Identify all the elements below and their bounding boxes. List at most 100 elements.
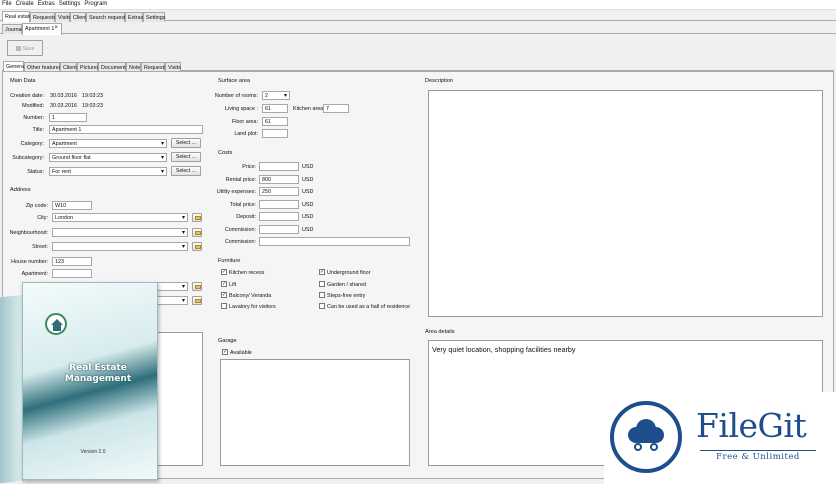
lavatory-label: Lavatory for visitors bbox=[229, 304, 276, 310]
neighbourhood-select[interactable] bbox=[52, 228, 188, 237]
kitchen-area-label: Kitchen area: bbox=[293, 106, 325, 112]
region-folder-icon[interactable] bbox=[192, 282, 202, 291]
tab-client[interactable]: Client bbox=[70, 12, 87, 22]
rooms-select[interactable]: 2 bbox=[262, 91, 290, 100]
underground-floor-checkbox[interactable]: ✓ bbox=[319, 269, 325, 275]
balcony-checkbox[interactable]: ✓ bbox=[221, 292, 227, 298]
city-select[interactable]: London bbox=[52, 213, 188, 222]
rental-price-label: Rental price: bbox=[225, 177, 256, 183]
land-plot-field[interactable] bbox=[262, 129, 288, 138]
subcategory-select[interactable]: Ground floor flat bbox=[49, 153, 167, 162]
country-folder-icon[interactable] bbox=[192, 296, 202, 305]
description-title: Description bbox=[425, 78, 453, 84]
commission-label: Commission: bbox=[224, 227, 256, 233]
kitchen-area-field[interactable]: 7 bbox=[323, 104, 349, 113]
price-field[interactable] bbox=[259, 162, 299, 171]
house-number-field[interactable]: 123 bbox=[52, 257, 92, 266]
city-folder-icon[interactable] bbox=[192, 213, 202, 222]
status-select[interactable]: For rent bbox=[49, 167, 167, 176]
modified-label: Modified: bbox=[22, 103, 44, 109]
save-label: Save bbox=[22, 46, 35, 52]
utility-label: Utility expenses: bbox=[216, 189, 256, 195]
description-box[interactable] bbox=[428, 90, 823, 317]
living-space-label: Living space : bbox=[225, 106, 258, 112]
menu-file[interactable]: File bbox=[0, 0, 14, 7]
filegit-logo-icon bbox=[610, 401, 682, 473]
utility-currency: USD bbox=[302, 189, 314, 195]
menu-settings[interactable]: Settings bbox=[57, 0, 83, 7]
garage-title: Garage bbox=[218, 338, 237, 344]
commission-field[interactable] bbox=[259, 225, 299, 234]
commission-currency: USD bbox=[302, 227, 314, 233]
steps-free-checkbox[interactable] bbox=[319, 292, 325, 298]
garden-checkbox[interactable] bbox=[319, 281, 325, 287]
subcategory-select-button[interactable]: Select ... bbox=[171, 152, 201, 162]
tab-extras[interactable]: Extras bbox=[125, 12, 143, 22]
street-select[interactable] bbox=[52, 242, 188, 251]
surface-area-title: Surface area bbox=[218, 78, 251, 84]
tab-apartment-1-label: Apartment 1 bbox=[25, 26, 55, 32]
rental-currency: USD bbox=[302, 177, 314, 183]
number-label: Number: bbox=[23, 115, 44, 121]
box-brand-title: Real Estate Management bbox=[64, 363, 132, 384]
title-field[interactable]: Apartment 1 bbox=[49, 125, 203, 134]
floor-area-field[interactable]: 61 bbox=[262, 117, 288, 126]
category-select[interactable]: Apartment bbox=[49, 139, 167, 148]
apartment-field[interactable] bbox=[52, 269, 92, 278]
menu-extras[interactable]: Extras bbox=[36, 0, 57, 7]
tab-visits[interactable]: Visits bbox=[55, 12, 71, 22]
status-label: Status: bbox=[27, 169, 44, 175]
living-space-field[interactable]: 61 bbox=[262, 104, 288, 113]
rental-price-field[interactable]: 800 bbox=[259, 175, 299, 184]
menu-create[interactable]: Create bbox=[14, 0, 36, 7]
creation-date: 30.03.2016 bbox=[50, 93, 77, 99]
house-number-label: House number: bbox=[11, 259, 48, 265]
garage-notes-box[interactable] bbox=[220, 359, 410, 466]
number-field[interactable]: 1 bbox=[49, 113, 87, 122]
category-select-button[interactable]: Select ... bbox=[171, 138, 201, 148]
tab-requests[interactable]: Requests bbox=[30, 12, 56, 22]
kitchen-recess-label: Kitchen recess bbox=[229, 270, 265, 276]
deposit-field[interactable] bbox=[259, 212, 299, 221]
tab-apartment-1[interactable]: Apartment 1 × bbox=[22, 23, 62, 35]
hall-of-residence-label: Can be used as a hall of residence bbox=[327, 304, 411, 310]
total-currency: USD bbox=[302, 202, 314, 208]
filegit-watermark: FileGit Free & Unlimited bbox=[604, 392, 836, 484]
product-box-image: Real Estate Management Version 2.0 bbox=[0, 282, 160, 484]
status-select-button[interactable]: Select ... bbox=[171, 166, 201, 176]
creation-time: 19:03:23 bbox=[82, 93, 103, 99]
tab-real-estate[interactable]: Real estate bbox=[2, 11, 32, 22]
neighbourhood-folder-icon[interactable] bbox=[192, 228, 202, 237]
filegit-tagline: Free & Unlimited bbox=[716, 452, 800, 462]
box-front: Real Estate Management Version 2.0 bbox=[22, 282, 158, 480]
lift-checkbox[interactable]: ✓ bbox=[221, 281, 227, 287]
utility-field[interactable]: 250 bbox=[259, 187, 299, 196]
modified-time: 19:03:23 bbox=[82, 103, 103, 109]
city-label: City: bbox=[37, 215, 48, 221]
lavatory-checkbox[interactable] bbox=[221, 303, 227, 309]
close-icon[interactable]: × bbox=[54, 25, 58, 31]
underground-floor-label: Underground floor bbox=[327, 270, 371, 276]
title-label: Title: bbox=[32, 127, 44, 133]
tab-journal[interactable]: Journal bbox=[2, 24, 23, 34]
lift-label: Lift bbox=[229, 282, 237, 288]
tab-search-requests[interactable]: Search requests bbox=[86, 12, 128, 22]
main-data-title: Main Data bbox=[10, 78, 36, 84]
hall-of-residence-checkbox[interactable] bbox=[319, 303, 325, 309]
tab-settings[interactable]: Settings bbox=[143, 12, 165, 22]
category-label: Category: bbox=[20, 141, 44, 147]
steps-free-label: Steps-free entry bbox=[327, 293, 366, 299]
apartment-label: Apartment: bbox=[21, 271, 48, 277]
area-details-title: Area details bbox=[425, 329, 455, 335]
commission-text-field[interactable] bbox=[259, 237, 410, 246]
rooms-label: Number of rooms: bbox=[214, 93, 258, 99]
garage-available-checkbox[interactable]: ✓ bbox=[222, 349, 228, 355]
save-button[interactable]: Save bbox=[7, 40, 43, 56]
zip-field[interactable]: W10 bbox=[52, 201, 92, 210]
zip-label: Zip code: bbox=[25, 203, 48, 209]
kitchen-recess-checkbox[interactable]: ✓ bbox=[221, 269, 227, 275]
total-price-field[interactable] bbox=[259, 200, 299, 209]
street-folder-icon[interactable] bbox=[192, 242, 202, 251]
doc-tabbar bbox=[0, 22, 836, 34]
menu-program[interactable]: Program bbox=[82, 0, 109, 7]
